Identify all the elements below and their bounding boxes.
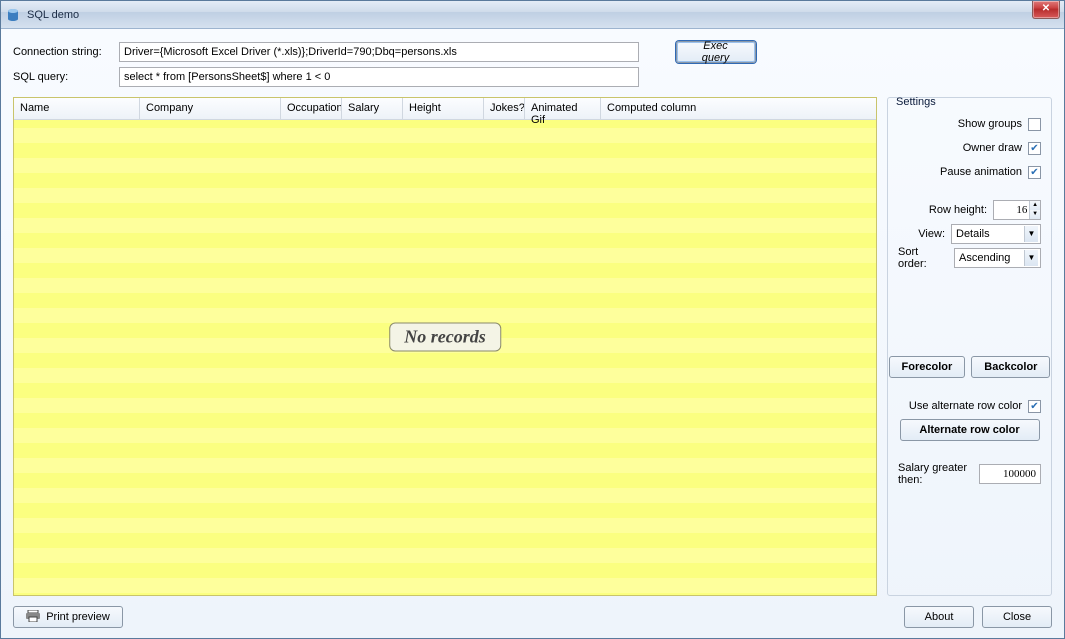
row-height-label: Row height: (929, 204, 987, 216)
owner-draw-checkbox[interactable] (1028, 142, 1041, 155)
forecolor-button[interactable]: Forecolor (889, 356, 966, 378)
spin-up-icon[interactable]: ▲ (1030, 201, 1040, 210)
column-header[interactable]: Height (403, 98, 483, 119)
column-header[interactable]: Animated Gif (525, 98, 600, 119)
column-header[interactable]: Occupation (281, 98, 341, 119)
use-alt-row-label: Use alternate row color (909, 400, 1022, 412)
show-groups-checkbox[interactable] (1028, 118, 1041, 131)
close-window-button[interactable]: ✕ (1032, 1, 1060, 19)
footer: Print preview About Close (13, 606, 1052, 628)
printer-icon (26, 610, 40, 625)
close-button[interactable]: Close (982, 606, 1052, 628)
alternate-row-color-button[interactable]: Alternate row color (900, 419, 1040, 441)
pause-animation-checkbox[interactable] (1028, 166, 1041, 179)
use-alt-row-checkbox[interactable] (1028, 400, 1041, 413)
salary-greater-input[interactable] (979, 464, 1041, 484)
sort-order-select[interactable]: Ascending ▼ (954, 248, 1041, 268)
view-select[interactable]: Details ▼ (951, 224, 1041, 244)
sort-order-label: Sort order: (898, 246, 948, 270)
print-preview-label: Print preview (46, 611, 110, 623)
empty-overlay: No records (389, 322, 501, 351)
connection-string-label: Connection string: (13, 46, 113, 58)
sql-query-label: SQL query: (13, 71, 113, 83)
settings-legend: Settings (893, 96, 939, 108)
print-preview-button[interactable]: Print preview (13, 606, 123, 628)
owner-draw-label: Owner draw (963, 142, 1022, 154)
row-height-spinner[interactable]: ▲▼ (993, 200, 1041, 220)
grid-header: NameCompanyOccupationSalaryHeightJokes?A… (14, 98, 876, 120)
chevron-down-icon: ▼ (1024, 226, 1038, 242)
chevron-down-icon: ▼ (1024, 250, 1038, 266)
column-header[interactable]: Company (140, 98, 280, 119)
sql-query-input[interactable] (119, 67, 639, 87)
settings-panel: Settings Show groups Owner draw Pause an… (887, 97, 1052, 596)
column-header[interactable]: Salary (342, 98, 402, 119)
client-area: Connection string: Exec query SQL query:… (1, 29, 1064, 638)
row-height-value[interactable] (994, 201, 1029, 219)
sort-order-value: Ascending (959, 252, 1010, 264)
about-button[interactable]: About (904, 606, 974, 628)
titlebar[interactable]: SQL demo ✕ (1, 1, 1064, 29)
window-title: SQL demo (27, 9, 79, 21)
show-groups-label: Show groups (958, 118, 1022, 130)
column-header[interactable]: Name (14, 98, 139, 119)
exec-query-button[interactable]: Exec query (676, 41, 756, 63)
column-header[interactable]: Computed column (601, 98, 861, 119)
salary-greater-label: Salary greater then: (898, 462, 973, 486)
view-label: View: (918, 228, 945, 240)
column-header[interactable]: Jokes? (484, 98, 524, 119)
backcolor-button[interactable]: Backcolor (971, 356, 1050, 378)
results-grid[interactable]: NameCompanyOccupationSalaryHeightJokes?A… (13, 97, 877, 596)
view-value: Details (956, 228, 990, 240)
connection-string-input[interactable] (119, 42, 639, 62)
pause-anim-label: Pause animation (940, 166, 1022, 178)
spin-down-icon[interactable]: ▼ (1030, 210, 1040, 219)
app-window: SQL demo ✕ Connection string: Exec query… (0, 0, 1065, 639)
database-icon (5, 7, 21, 23)
query-form: Connection string: Exec query SQL query: (13, 41, 1052, 87)
